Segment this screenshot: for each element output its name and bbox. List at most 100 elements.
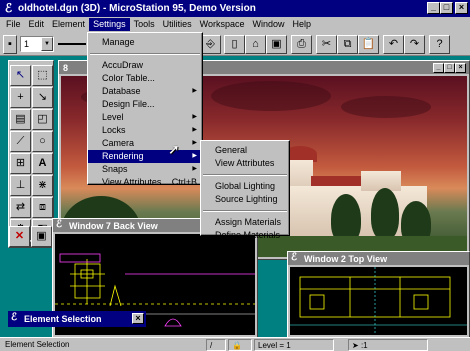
settings-menu-item-level[interactable]: Level ▶ [88,111,202,124]
rendering-item-define-materials[interactable]: Define Materials [201,229,289,242]
settings-menu-item-snaps[interactable]: Snaps ▶ [88,163,202,176]
level-combo[interactable]: 1 ▼ [20,36,54,52]
submenu-arrow-icon: ▶ [192,127,197,133]
cell-icon[interactable]: ⊞ [10,153,31,174]
line-style-preview[interactable] [58,43,86,45]
keyboard-shortcut: Ctrl+B [171,177,197,187]
submenu-arrow-icon: ▶ [192,166,197,172]
place-circle-icon[interactable]: ○ [32,131,53,152]
menu-separator [203,210,287,212]
status-indicator-slash: / [206,339,226,351]
back-view-title: Window 7 Back View [69,220,158,231]
top-view-window[interactable]: ℰ Window 2 Top View [287,251,470,338]
title-bar: ℰ oldhotel.dgn (3D) - MicroStation 95, D… [0,0,470,17]
window-number-label: 8 [63,62,69,73]
rendering-item-view-attributes[interactable]: View Attributes [201,157,289,170]
settings-menu-item-locks[interactable]: Locks ▶ [88,124,202,137]
fence-icon[interactable]: ⬚ [32,65,53,86]
settings-menu-item-accudraw[interactable]: AccuDraw [88,59,202,72]
mouse-pointer-icon: ➚ [168,141,180,157]
menu-tools[interactable]: Tools [130,18,159,31]
top-view-canvas[interactable] [290,267,467,335]
primary-toolbar: ▪ 1 ▼ ⎆ ▯ ⌂ ▣ ⎙ ✂ ⧉ 📋 ↶ ↷ ? [0,32,470,56]
menu-edit[interactable]: Edit [25,18,49,31]
place-block-icon[interactable]: ▤ [10,109,31,130]
copy-element-icon[interactable]: ⧈ [32,197,53,218]
menu-help[interactable]: Help [289,18,316,31]
settings-menu: Manage AccuDraw Color Table... Database ▶… [87,32,203,187]
status-message: Element Selection [5,340,70,349]
submenu-arrow-icon: ▶ [192,140,197,146]
settings-menu-item-manage[interactable]: Manage [88,36,202,49]
rendering-item-global-lighting[interactable]: Global Lighting [201,180,289,193]
redo-icon[interactable]: ↷ [404,35,425,54]
close-button[interactable]: × [455,63,466,73]
multiline-icon[interactable]: ⋇ [32,175,53,196]
minimize-button[interactable]: _ [433,63,444,73]
close-button[interactable]: × [455,2,468,14]
menu-window[interactable]: Window [248,18,288,31]
close-button[interactable]: × [132,313,144,324]
delete-icon[interactable]: ✕ [9,226,30,247]
submenu-arrow-icon: ▶ [192,153,197,159]
menu-file[interactable]: File [2,18,25,31]
rendering-item-assign-materials[interactable]: Assign Materials [201,216,289,229]
submenu-arrow-icon: ▶ [192,88,197,94]
maximize-button[interactable]: □ [440,2,453,14]
settings-menu-item-color-table[interactable]: Color Table... [88,72,202,85]
main-tool-palette: ↖ ⬚ + ↘ ▤ ◰ ⟋ ○ ⊞ A ⊥ ⋇ ⇄ ⧈ ⚙ ◧ [8,60,54,248]
undo-icon[interactable]: ↶ [383,35,404,54]
microstation-logo-icon: ℰ [56,219,63,230]
minimize-button[interactable]: _ [427,2,440,14]
element-selection-icon[interactable]: ↖ [10,65,31,86]
place-point-icon[interactable]: + [10,87,31,108]
paste-icon[interactable]: 📋 [358,35,379,54]
settings-menu-item-rendering[interactable]: Rendering ▶ [88,150,202,163]
settings-menu-item-design-file[interactable]: Design File... [88,98,202,111]
place-line-icon[interactable]: ↘ [32,87,53,108]
status-bar: Element Selection / 🔒 Level = 1 ➤ :1 [0,337,470,351]
attributes-icon[interactable]: ⎆ [200,35,221,54]
maximize-button[interactable]: □ [444,63,455,73]
print-icon[interactable]: ⎙ [291,35,312,54]
new-file-icon[interactable]: ▯ [224,35,245,54]
copy-icon[interactable]: ⧉ [337,35,358,54]
settings-menu-item-camera[interactable]: Camera ▶ [88,137,202,150]
microstation-logo-icon: ℰ [291,252,298,263]
color-swatch-icon[interactable]: ▪ [3,35,17,54]
dimension-icon[interactable]: ⊥ [10,175,31,196]
menu-workspace[interactable]: Workspace [196,18,249,31]
element-selection-title: Element Selection [24,314,102,324]
menu-separator [203,174,287,176]
rendering-item-general[interactable]: General [201,144,289,157]
settings-menu-item-database[interactable]: Database ▶ [88,85,202,98]
rendering-submenu: General View Attributes Global Lighting … [200,140,290,240]
element-selection-dialog[interactable]: ℰ Element Selection × [8,311,146,327]
menu-utilities[interactable]: Utilities [159,18,196,31]
place-text-icon[interactable]: A [32,153,53,174]
place-shape-icon[interactable]: ◰ [32,109,53,130]
save-icon[interactable]: ▣ [266,35,287,54]
rendering-item-source-lighting[interactable]: Source Lighting [201,193,289,206]
top-view-title: Window 2 Top View [304,253,388,264]
window-title: oldhotel.dgn (3D) - MicroStation 95, Dem… [18,3,256,14]
open-file-icon[interactable]: ⌂ [245,35,266,54]
chevron-down-icon[interactable]: ▼ [41,37,53,51]
microstation-logo-icon: ℰ [11,312,18,323]
top-view-drawing [290,267,467,335]
status-selection: ➤ :1 [348,339,428,351]
menu-settings[interactable]: Settings [89,18,130,31]
move-icon[interactable]: ⇄ [10,197,31,218]
menu-separator [90,53,200,55]
menu-element[interactable]: Element [48,18,89,31]
microstation-logo-icon[interactable]: ℰ [2,2,15,15]
lock-icon[interactable]: 🔒 [228,339,252,351]
fill-icon[interactable]: ▣ [31,226,52,247]
top-view-titlebar[interactable]: ℰ Window 2 Top View [288,252,469,265]
selection-count: :1 [360,341,368,350]
help-icon[interactable]: ? [429,35,450,54]
settings-menu-item-view-attributes[interactable]: View Attributes Ctrl+B [88,176,202,189]
menu-bar: File Edit Element Settings Tools Utiliti… [0,17,470,32]
cut-icon[interactable]: ✂ [316,35,337,54]
place-arc-icon[interactable]: ⟋ [10,131,31,152]
